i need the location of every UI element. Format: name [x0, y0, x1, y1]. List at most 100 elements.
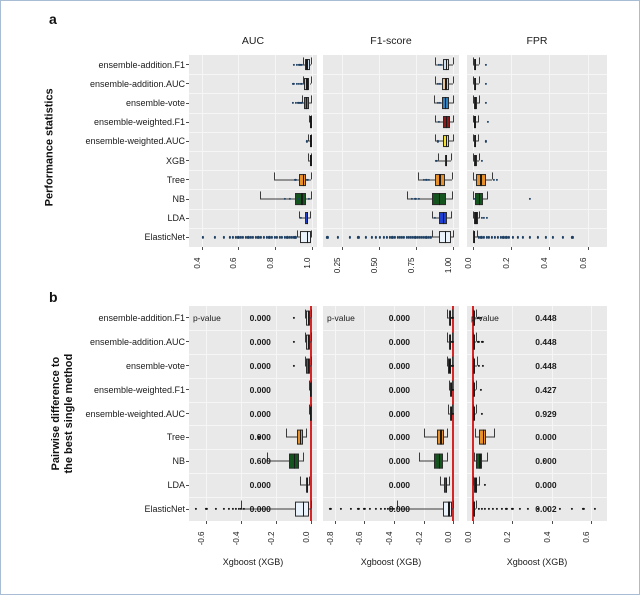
gridline-horizontal [323, 227, 459, 229]
axis-tick-mark [591, 521, 593, 524]
outlier-point [482, 217, 485, 220]
boxplot-box [442, 501, 452, 517]
outlier-point [433, 217, 437, 220]
figure-root: a Performance statistics ensemble-additi… [0, 0, 640, 595]
pvalue-label: 0.002 [535, 504, 557, 515]
pvalue-label: 0.000 [388, 480, 411, 491]
boxplot-median [310, 135, 312, 148]
outlier-point [508, 236, 511, 239]
pvalue-label: 0.929 [535, 408, 557, 419]
gridline-horizontal [323, 377, 459, 379]
gridline-vertical [379, 55, 381, 247]
gridline-horizontal [189, 74, 317, 76]
outlier-point [222, 236, 225, 239]
boxplot-median [473, 231, 476, 244]
whisker-cap-lower [432, 230, 434, 238]
gridline-horizontal [467, 449, 607, 451]
row-label: Tree [166, 174, 185, 185]
whisker-cap-upper [450, 153, 452, 161]
whisker-cap-upper [452, 230, 454, 238]
whisker-cap-upper [452, 134, 454, 142]
boxplot-median [445, 97, 447, 109]
outlier-point [300, 101, 303, 105]
outlier-point [485, 140, 488, 143]
gridline-horizontal [323, 112, 459, 114]
axis-tick-mark [334, 521, 336, 524]
pvalue-label: 0.427 [535, 384, 557, 395]
whisker-cap-upper [310, 332, 312, 342]
outlier-point [558, 507, 561, 511]
outlier-point [385, 236, 388, 239]
boxplot-median [474, 154, 476, 167]
outlier-point [521, 236, 524, 239]
gridline-horizontal [189, 131, 317, 133]
gridline-horizontal [323, 208, 459, 210]
outlier-point [570, 507, 573, 511]
row-label: ensemble-addition.F1 [98, 312, 185, 323]
whisker-lower [419, 460, 434, 462]
whisker-cap-lower [259, 191, 261, 200]
boxplot-median [445, 477, 448, 493]
whisker-cap-lower [434, 134, 436, 142]
axis-tick-label: 0.50 [370, 257, 380, 274]
boxplot-median [310, 116, 312, 129]
axis-tick-mark [472, 247, 474, 250]
whisker-cap-upper [446, 452, 448, 462]
plot-area-f1-score [323, 55, 459, 247]
outlier-point [429, 236, 432, 239]
outlier-point [410, 197, 413, 201]
gridline-horizontal [323, 74, 459, 76]
plot-area-auc [189, 55, 317, 247]
gridline-horizontal [467, 377, 607, 379]
outlier-point [544, 236, 547, 239]
outlier-point [502, 236, 505, 239]
boxplot-median [475, 97, 477, 109]
gridline-vertical [274, 55, 276, 247]
x-axis-title: Xgboost (XGB) [222, 557, 284, 567]
boxplot-median [307, 477, 309, 493]
whisker-cap-lower [431, 211, 433, 219]
pvalue-label: 0.000 [249, 432, 271, 443]
whisker-cap-upper [311, 95, 313, 104]
axis-tick-mark [551, 521, 553, 524]
pvalue-label: 0.000 [535, 432, 557, 443]
whisker-cap-upper [308, 476, 310, 486]
boxplot-median [301, 193, 303, 205]
gridline-horizontal [189, 227, 317, 229]
axis-tick-mark [201, 247, 203, 250]
boxplot-median [478, 193, 480, 205]
row-label: ensemble-vote [125, 98, 185, 108]
gridline-horizontal [467, 497, 607, 499]
boxplot-median [440, 429, 442, 445]
plot-area-fpr [467, 55, 607, 247]
whisker-cap-lower [423, 428, 425, 438]
gridline-horizontal [189, 497, 317, 499]
whisker-cap-lower [300, 476, 302, 486]
whisker-cap-upper [453, 500, 455, 510]
boxplot-median [302, 501, 304, 517]
outlier-point [486, 121, 489, 124]
pvalue-tag: p-value [471, 312, 499, 323]
panel-b-letter: b [49, 289, 58, 305]
gridline-vertical [416, 55, 418, 247]
outlier-point [348, 236, 351, 239]
pvalue-label: 0.000 [249, 408, 271, 419]
whisker-cap-upper [452, 57, 454, 65]
outlier-point [382, 236, 385, 239]
gridline-horizontal [189, 329, 317, 331]
pvalue-label: 0.000 [388, 336, 411, 347]
outlier-point [375, 236, 378, 239]
gridline-vertical [342, 55, 344, 247]
outlier-point [292, 82, 295, 85]
boxplot-median [438, 453, 440, 469]
row-label: ensemble-addition.F1 [98, 59, 185, 70]
row-label: Tree [166, 432, 185, 443]
gridline-vertical [591, 306, 593, 521]
boxplot-median [474, 135, 476, 148]
outlier-point [228, 236, 231, 239]
gridline-horizontal [189, 189, 317, 191]
outlier-point [428, 178, 431, 181]
axis-tick-label: 0.25 [333, 257, 343, 274]
axis-tick-mark [511, 247, 513, 250]
gridline-horizontal [323, 449, 459, 451]
